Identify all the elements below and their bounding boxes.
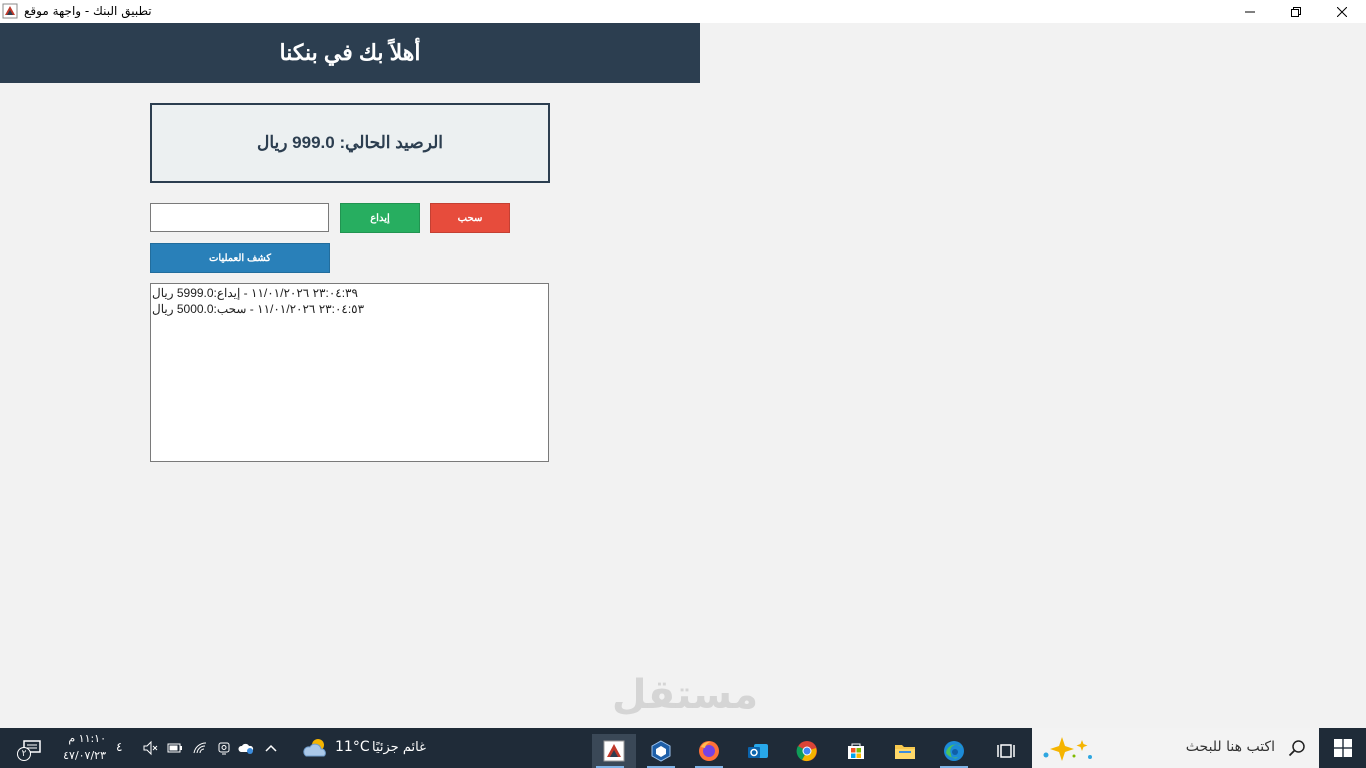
chevron-up-icon[interactable] <box>263 740 279 756</box>
volume-muted-icon[interactable] <box>142 740 158 756</box>
restore-icon <box>1291 6 1301 17</box>
outlook-icon <box>748 744 768 758</box>
taskbar-file-explorer[interactable] <box>887 734 923 768</box>
minimize-icon <box>1245 11 1255 12</box>
transaction-line: ٢٣:٠٤:٣٩ ١١/٠١/٢٠٢٦ - إيداع:5999.0 ريال <box>152 286 358 300</box>
balance-panel: الرصيد الحالي: 999.0 ريال <box>150 103 550 183</box>
start-button[interactable] <box>1320 728 1366 768</box>
taskbar-edge[interactable] <box>936 734 972 768</box>
battery-icon[interactable] <box>167 740 183 756</box>
window-title: تطبيق البنك - واجهة موقع <box>24 4 152 18</box>
taskbar-search-box[interactable]: اكتب هنا للبحث <box>1032 728 1319 768</box>
welcome-header: أهلاً بك في بنكنا <box>0 23 700 83</box>
firefox-icon <box>699 741 719 761</box>
taskbar-outlook[interactable] <box>740 734 776 768</box>
balance-label: الرصيد الحالي: 999.0 ريال <box>256 133 444 152</box>
restore-button[interactable] <box>1273 0 1319 23</box>
taskbar-chrome[interactable] <box>789 734 825 768</box>
transaction-line: ٢٣:٠٤:٥٣ ١١/٠١/٢٠٢٦ - سحب:5000.0 ريال <box>152 302 365 316</box>
watermark-logo-text: مستقل <box>611 672 759 718</box>
weather-temperature[interactable]: 11°C <box>335 739 370 755</box>
title-bar: تطبيق البنك - واجهة موقع <box>0 0 1366 23</box>
close-button[interactable] <box>1319 0 1365 23</box>
taskbar: ٢ ١١:١٠ م ٤٧/٠٧/٢٣ ٤ 11°C غائم جزئيًا اك… <box>0 728 1366 768</box>
minimize-button[interactable] <box>1227 0 1273 23</box>
notification-center-button[interactable]: ٢ <box>14 728 50 768</box>
deposit-button[interactable]: إيداع <box>340 203 420 233</box>
chrome-icon <box>796 741 817 762</box>
clock-date[interactable]: ٤٧/٠٧/٢٣ <box>50 749 106 762</box>
meet-now-icon[interactable] <box>216 740 232 756</box>
notification-badge: ٢ <box>17 747 31 761</box>
weather-description[interactable]: غائم جزئيًا <box>372 740 426 755</box>
task-view-icon <box>997 744 1015 758</box>
taskbar-java-app[interactable] <box>592 734 636 768</box>
clock-time[interactable]: ١١:١٠ م <box>56 732 106 745</box>
amount-input[interactable] <box>150 203 329 232</box>
statement-button[interactable]: كشف العمليات <box>150 243 330 273</box>
close-icon <box>1337 6 1347 17</box>
taskbar-firefox[interactable] <box>691 734 727 768</box>
java-app-icon <box>2 3 18 19</box>
weather-partly-cloudy-icon[interactable] <box>302 736 330 760</box>
taskbar-store[interactable] <box>838 734 874 768</box>
java-app-icon <box>603 740 625 762</box>
virtualbox-icon <box>651 740 671 762</box>
store-icon <box>848 743 864 759</box>
search-icon <box>1288 740 1305 757</box>
onedrive-icon[interactable] <box>238 740 254 756</box>
edge-icon <box>944 741 964 761</box>
search-placeholder: اكتب هنا للبحث <box>1185 739 1275 755</box>
transactions-textarea[interactable]: ٢٣:٠٤:٣٩ ١١/٠١/٢٠٢٦ - إيداع:5999.0 ريال … <box>150 283 549 462</box>
withdraw-button[interactable]: سحب <box>430 203 510 233</box>
search-highlight-sparkle-icon <box>1043 737 1092 761</box>
wifi-icon[interactable] <box>192 740 208 756</box>
page-title: أهلاً بك في بنكنا <box>279 40 421 65</box>
task-view-button[interactable] <box>988 734 1024 768</box>
folder-icon <box>895 745 915 759</box>
windows-logo-icon <box>1334 739 1352 757</box>
taskbar-virtualbox[interactable] <box>643 734 679 768</box>
language-indicator[interactable]: ٤ <box>116 740 122 754</box>
